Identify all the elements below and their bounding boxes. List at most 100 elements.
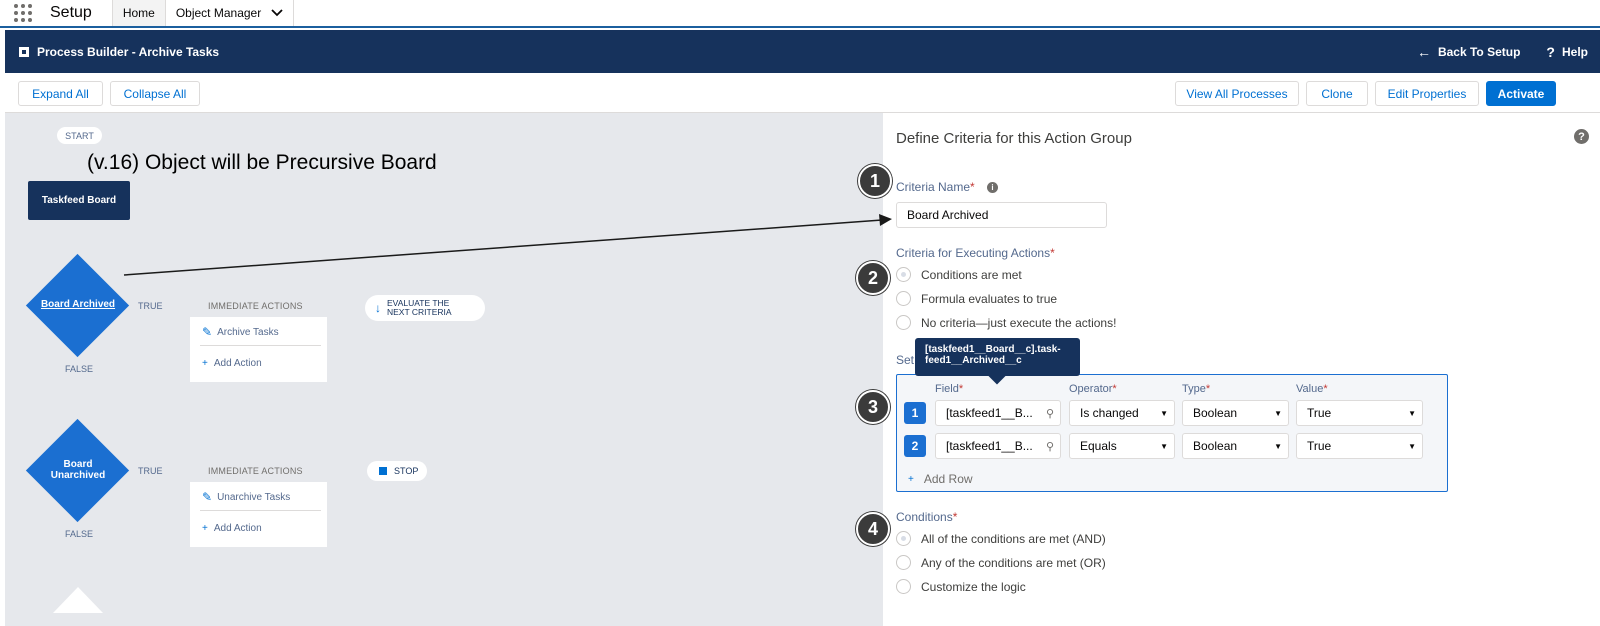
- process-canvas[interactable]: START (v.16) Object will be Precursive B…: [5, 113, 883, 626]
- row-number: 2: [904, 435, 926, 457]
- type-value: Boolean: [1193, 406, 1238, 420]
- criteria-name-label-text: Criteria Name: [896, 180, 971, 194]
- add-row-button[interactable]: + Add Row: [908, 472, 973, 486]
- app-launcher-icon[interactable]: [12, 2, 34, 24]
- criteria-name-input[interactable]: Board Archived: [896, 202, 1107, 228]
- radio-and[interactable]: All of the conditions are met (AND): [896, 531, 1106, 546]
- expand-all-button[interactable]: Expand All: [18, 81, 103, 106]
- action-item-2[interactable]: ✎ Unarchive Tasks: [202, 490, 290, 504]
- add-action-2[interactable]: + Add Action: [202, 523, 262, 534]
- radio-button[interactable]: [896, 315, 911, 330]
- tab-object-manager[interactable]: Object Manager: [164, 0, 295, 26]
- search-icon[interactable]: ⚲: [1046, 440, 1054, 453]
- setup-bar: Setup Home Object Manager: [0, 0, 1600, 28]
- column-header-type: Type*: [1182, 383, 1211, 395]
- value-select[interactable]: True ▼: [1296, 400, 1423, 426]
- divider: [200, 345, 321, 346]
- type-select[interactable]: Boolean ▼: [1182, 400, 1289, 426]
- true-label-2: TRUE: [138, 466, 163, 476]
- field-value: [taskfeed1__B...: [946, 406, 1033, 420]
- radio-or[interactable]: Any of the conditions are met (OR): [896, 555, 1106, 570]
- action-item-1[interactable]: ✎ Archive Tasks: [202, 325, 279, 339]
- row-number: 1: [904, 402, 926, 424]
- caret-down-icon: ▼: [1274, 441, 1282, 451]
- stop-node[interactable]: STOP: [367, 461, 427, 481]
- radio-label: Conditions are met: [921, 267, 1022, 282]
- chevron-down-icon[interactable]: [271, 9, 283, 17]
- step-badge-3: 3: [856, 390, 890, 424]
- back-to-setup-link[interactable]: ← Back To Setup: [1417, 44, 1520, 60]
- column-header-value-text: Value: [1296, 383, 1324, 395]
- evaluate-next-label: EVALUATE THE NEXT CRITERIA: [387, 298, 452, 317]
- operator-select[interactable]: Equals ▼: [1069, 433, 1175, 459]
- radio-button[interactable]: [896, 267, 911, 282]
- next-criteria-diamond-partial[interactable]: [53, 587, 103, 613]
- field-picker[interactable]: [taskfeed1__B... ⚲: [935, 400, 1061, 426]
- evaluate-next-criteria[interactable]: ↓ EVALUATE THE NEXT CRITERIA: [365, 295, 485, 321]
- page-title: Process Builder - Archive Tasks: [37, 44, 220, 59]
- add-row-label: Add Row: [923, 472, 973, 486]
- add-action-label-2: Add Action: [213, 523, 262, 534]
- caret-down-icon: ▼: [1274, 408, 1282, 418]
- view-all-processes-button[interactable]: View All Processes: [1175, 81, 1299, 106]
- field-value: [taskfeed1__B...: [946, 439, 1033, 453]
- radio-label: Formula evaluates to true: [921, 291, 1058, 306]
- column-header-field: Field*: [935, 383, 964, 395]
- false-label-1: FALSE: [65, 364, 94, 374]
- false-label-2: FALSE: [65, 529, 94, 539]
- add-action-1[interactable]: + Add Action: [202, 358, 262, 369]
- add-action-label-1: Add Action: [213, 358, 262, 369]
- arrow-left-icon: ←: [1416, 43, 1431, 60]
- annotation-title: (v.16) Object will be Precursive Board: [87, 151, 437, 174]
- action-label-2: Unarchive Tasks: [217, 491, 291, 503]
- edit-properties-button[interactable]: Edit Properties: [1375, 81, 1479, 106]
- radio-conditions-met[interactable]: Conditions are met: [896, 267, 1022, 282]
- help-icon[interactable]: ?: [1574, 129, 1589, 144]
- step-badge-4: 4: [856, 512, 890, 546]
- column-header-operator-text: Operator: [1069, 383, 1113, 395]
- caret-down-icon: ▼: [1160, 408, 1168, 418]
- activate-button[interactable]: Activate: [1486, 81, 1556, 106]
- clone-button[interactable]: Clone: [1306, 81, 1368, 106]
- conditions-table: Field* Operator* Type* Value* 1 [taskfee…: [896, 374, 1448, 492]
- search-icon[interactable]: ⚲: [1046, 407, 1054, 420]
- radio-button[interactable]: [896, 291, 911, 306]
- conditions-label-text: Conditions: [896, 510, 953, 524]
- tab-home[interactable]: Home: [111, 0, 165, 26]
- radio-button[interactable]: [896, 555, 911, 570]
- criteria-label-1[interactable]: Board Archived: [27, 289, 129, 319]
- tab-object-manager-label: Object Manager: [175, 6, 262, 20]
- conditions-label: Conditions*: [896, 510, 958, 524]
- radio-formula[interactable]: Formula evaluates to true: [896, 291, 1057, 306]
- object-node[interactable]: Taskfeed Board: [28, 181, 130, 220]
- criteria-label-2[interactable]: Board Unarchived: [43, 454, 113, 486]
- field-picker[interactable]: [taskfeed1__B... ⚲: [935, 433, 1061, 459]
- criteria-panel: Define Criteria for this Action Group ? …: [883, 113, 1600, 626]
- tab-home-label: Home: [122, 6, 155, 20]
- type-select[interactable]: Boolean ▼: [1182, 433, 1289, 459]
- operator-value: Equals: [1080, 439, 1117, 453]
- radio-no-criteria[interactable]: No criteria—just execute the actions!: [896, 315, 1116, 330]
- exec-criteria-label: Criteria for Executing Actions*: [896, 246, 1055, 260]
- pencil-icon: ✎: [202, 490, 213, 504]
- column-header-field-text: Field: [935, 383, 959, 395]
- radio-label: Any of the conditions are met (OR): [921, 555, 1106, 570]
- plus-icon: +: [202, 523, 208, 534]
- info-icon[interactable]: i: [987, 182, 999, 194]
- caret-down-icon: ▼: [1408, 441, 1416, 451]
- panel-title: Define Criteria for this Action Group: [896, 130, 1132, 147]
- exec-criteria-label-text: Criteria for Executing Actions: [896, 246, 1051, 260]
- operator-select[interactable]: Is changed ▼: [1069, 400, 1175, 426]
- radio-custom-logic[interactable]: Customize the logic: [896, 579, 1026, 594]
- back-to-setup-label: Back To Setup: [1437, 44, 1521, 59]
- caret-down-icon: ▼: [1160, 441, 1168, 451]
- radio-label: All of the conditions are met (AND): [921, 531, 1106, 546]
- column-header-value: Value*: [1296, 383, 1328, 395]
- value-select[interactable]: True ▼: [1296, 433, 1423, 459]
- criteria-name-label: Criteria Name* i: [896, 180, 999, 194]
- collapse-all-button[interactable]: Collapse All: [110, 81, 200, 106]
- radio-button[interactable]: [896, 531, 911, 546]
- help-link[interactable]: ? Help: [1546, 44, 1588, 60]
- radio-button[interactable]: [896, 579, 911, 594]
- column-header-type-text: Type: [1182, 383, 1206, 395]
